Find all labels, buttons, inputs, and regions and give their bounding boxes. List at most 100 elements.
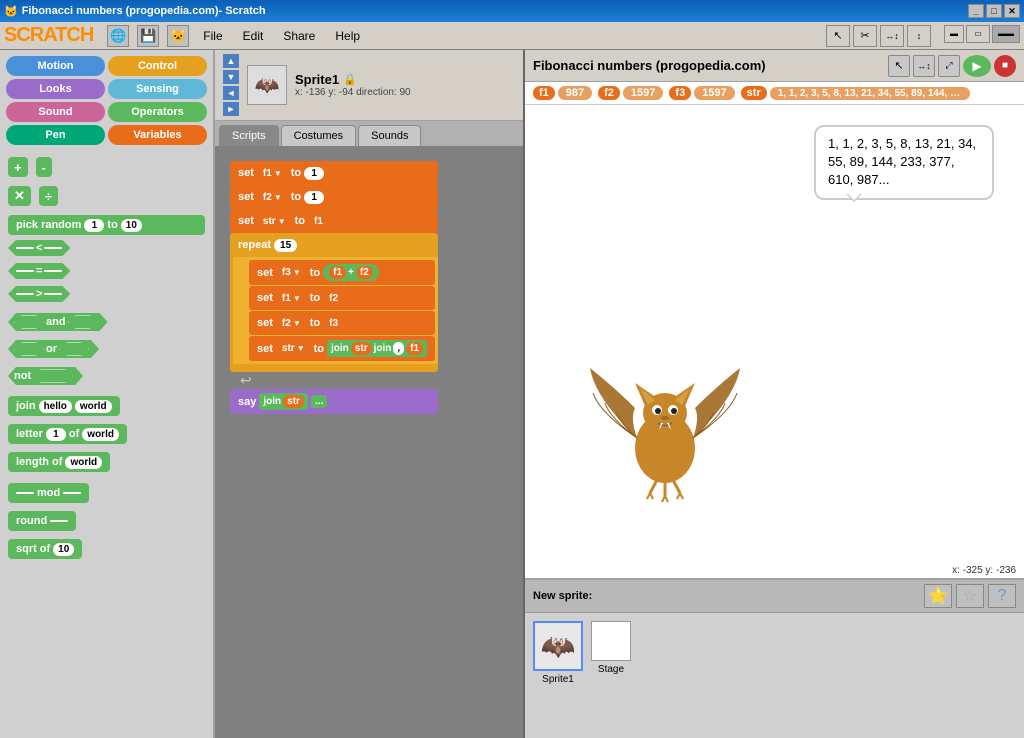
stage-medium[interactable]: ▭ <box>966 25 990 43</box>
cat-looks[interactable]: Looks <box>6 79 105 99</box>
sqrt-block[interactable]: sqrt of 10 <box>8 539 82 559</box>
set-str-block[interactable]: set str▼ to f1 <box>230 209 438 233</box>
script-area[interactable]: set f1▼ to 1 set f2▼ to 1 set str▼ to <box>215 146 523 738</box>
maximize-button[interactable]: □ <box>986 4 1002 18</box>
and-label: and <box>46 316 66 328</box>
and-block[interactable]: and <box>8 313 108 331</box>
add-block[interactable]: + <box>8 157 28 177</box>
equal-block[interactable]: = <box>8 263 70 279</box>
grow-tool[interactable]: ↔↕ <box>880 25 904 47</box>
f2-inner-var[interactable]: f2▼ <box>276 317 307 330</box>
join-block[interactable]: join hello world <box>8 396 120 416</box>
f1-var[interactable]: f1▼ <box>257 167 288 180</box>
sprite-new-buttons: ⭐ ☆ ? <box>924 584 1016 608</box>
new-sprite-paint[interactable]: ⭐ <box>924 584 952 608</box>
length-of-block[interactable]: length of world <box>8 452 110 472</box>
greater-than-block[interactable]: > <box>8 286 70 302</box>
globe-icon[interactable]: 🌐 <box>107 25 129 47</box>
sprite-nav-right[interactable]: ► <box>223 102 239 116</box>
sprite-item-stage[interactable]: Stage <box>591 621 631 675</box>
pick-random-to[interactable]: 10 <box>121 219 142 232</box>
f3-ref-val[interactable]: f3 <box>323 317 344 330</box>
pick-random-block[interactable]: pick random 1 to 10 <box>8 215 205 235</box>
sprite-header: ▲ ▼ ◄ ► 🦇 Sprite1 🔒 x: -136 y: -94 direc… <box>215 50 523 121</box>
stage-icon-cursor[interactable]: ↖ <box>888 55 910 77</box>
join-val1[interactable]: hello <box>39 400 72 413</box>
str-f1-val[interactable]: f1 <box>308 215 329 228</box>
letter-val[interactable]: world <box>82 428 119 441</box>
cat-operators[interactable]: Operators <box>108 102 207 122</box>
f3-inner-var[interactable]: f3▼ <box>276 266 307 279</box>
cursor-tool[interactable]: ↖ <box>826 25 850 47</box>
cat-motion[interactable]: Motion <box>6 56 105 76</box>
stage-small[interactable]: ▬ <box>944 25 964 43</box>
set-f3-inner-block[interactable]: set f3▼ to f1 + f2 <box>249 260 435 285</box>
var-f3: f3 1597 <box>669 86 734 100</box>
cat-sensing[interactable]: Sensing <box>108 79 207 99</box>
repeat-count[interactable]: 15 <box>274 239 297 252</box>
f2-ref-val[interactable]: f2 <box>323 292 344 305</box>
stage-icon-expand[interactable]: ↔↕ <box>913 55 935 77</box>
cat-control[interactable]: Control <box>108 56 207 76</box>
repeat-block[interactable]: repeat 15 set f3▼ to f1 + f2 <box>230 233 438 372</box>
f1-inner-var[interactable]: f1▼ <box>276 292 307 305</box>
go-button[interactable]: ▶ <box>963 55 991 77</box>
sprite-nav-up[interactable]: ▲ <box>223 54 239 68</box>
letter-of-block[interactable]: letter 1 of world <box>8 424 127 444</box>
menu-file[interactable]: File <box>197 27 228 45</box>
sqrt-val[interactable]: 10 <box>53 543 74 556</box>
not-block[interactable]: not <box>8 367 83 385</box>
menu-edit[interactable]: Edit <box>237 27 270 45</box>
menu-help[interactable]: Help <box>329 27 366 45</box>
minimize-button[interactable]: _ <box>968 4 984 18</box>
f1-val[interactable]: 1 <box>304 167 324 180</box>
subtract-block[interactable]: - <box>36 157 52 177</box>
new-sprite-browse[interactable]: ☆ <box>956 584 984 608</box>
letter-num[interactable]: 1 <box>46 428 66 441</box>
letter-label: letter <box>16 428 43 440</box>
cat-pen[interactable]: Pen <box>6 125 105 145</box>
sprite1-label: Sprite1 <box>542 674 574 685</box>
say-block[interactable]: say join str ... <box>230 389 438 414</box>
set-f2-inner-block[interactable]: set f2▼ to f3 <box>249 311 435 335</box>
set-f2-block[interactable]: set f2▼ to 1 <box>230 185 438 209</box>
menu-bar: SCRATCH 🌐 💾 🐱 File Edit Share Help ↖ ✂ ↔… <box>0 22 1024 50</box>
sprite-item-sprite1[interactable]: 🦇 Sprite1 <box>533 621 583 685</box>
tab-scripts[interactable]: Scripts <box>219 125 279 146</box>
sprite-nav-left[interactable]: ◄ <box>223 86 239 100</box>
multiply-block[interactable]: ✕ <box>8 186 31 206</box>
cat-sound[interactable]: Sound <box>6 102 105 122</box>
menu-share[interactable]: Share <box>277 27 321 45</box>
or-block[interactable]: or <box>8 340 99 358</box>
join-val2[interactable]: world <box>75 400 112 413</box>
stamp-tool[interactable]: ✂ <box>853 25 877 47</box>
letter-of-label: of <box>69 428 79 440</box>
length-val[interactable]: world <box>65 456 102 469</box>
sprite-nav-down[interactable]: ▼ <box>223 70 239 84</box>
new-sprite-surprise[interactable]: ? <box>988 584 1016 608</box>
set-f1-block[interactable]: set f1▼ to 1 <box>230 161 438 185</box>
set-str-inner-block[interactable]: set str▼ to join str join , f1 <box>249 336 435 361</box>
tab-costumes[interactable]: Costumes <box>281 125 357 146</box>
pick-random-from[interactable]: 1 <box>84 219 104 232</box>
stage-large[interactable]: ▬▬ <box>992 25 1020 43</box>
stage-icon-fullscreen[interactable]: ⤢ <box>938 55 960 77</box>
sprites-panel: New sprite: ⭐ ☆ ? 🦇 Sprite1 Stage <box>525 578 1024 738</box>
mod-block[interactable]: mod <box>8 483 89 503</box>
shrink-tool[interactable]: ↕ <box>907 25 931 47</box>
cat-variables[interactable]: Variables <box>108 125 207 145</box>
f2-var[interactable]: f2▼ <box>257 191 288 204</box>
str-var[interactable]: str▼ <box>257 215 292 228</box>
tab-sounds[interactable]: Sounds <box>358 125 421 146</box>
close-button[interactable]: ✕ <box>1004 4 1020 18</box>
cat-icon[interactable]: 🐱 <box>167 25 189 47</box>
less-than-block[interactable]: < <box>8 240 70 256</box>
left-panel: Motion Control Looks Sensing Sound Opera… <box>0 50 215 738</box>
f2-val[interactable]: 1 <box>304 191 324 204</box>
divide-block[interactable]: ÷ <box>39 186 58 206</box>
str-inner-var[interactable]: str▼ <box>276 342 311 355</box>
stop-button[interactable]: ■ <box>994 55 1016 77</box>
set-f1-inner-block[interactable]: set f1▼ to f2 <box>249 286 435 310</box>
save-icon[interactable]: 💾 <box>137 25 159 47</box>
round-block[interactable]: round <box>8 511 76 531</box>
